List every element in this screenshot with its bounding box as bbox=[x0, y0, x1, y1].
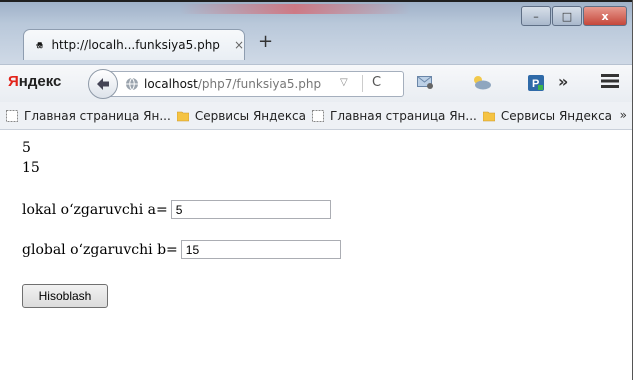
address-bar[interactable]: localhost/php7/funksiya5.php ▽ C bbox=[106, 71, 404, 97]
new-tab-button[interactable]: + bbox=[258, 33, 273, 51]
bookmarks-overflow-icon[interactable]: » bbox=[620, 108, 627, 122]
maximize-button[interactable]: □ bbox=[552, 6, 582, 26]
window-controls: – □ x bbox=[520, 6, 627, 26]
global-variable-label: global o‘zgaruvchi b= bbox=[22, 241, 178, 258]
bookmark-folder[interactable]: Сервисы Яндекса bbox=[482, 108, 613, 123]
folder-icon bbox=[482, 111, 495, 121]
titlebar-highlight bbox=[180, 4, 410, 14]
bookmark-folder[interactable]: Сервисы Яндекса bbox=[176, 108, 307, 123]
folder-icon bbox=[176, 111, 189, 121]
local-variable-input[interactable] bbox=[170, 200, 331, 219]
bookmark-item[interactable]: Главная страница Ян... bbox=[312, 109, 477, 123]
bookmarks-bar: Главная страница Ян... Сервисы Яндекса Г… bbox=[0, 102, 633, 130]
bookmark-label: Сервисы Яндекса bbox=[500, 108, 613, 123]
mail-icon[interactable] bbox=[417, 75, 434, 89]
spy-favicon-icon bbox=[36, 42, 44, 49]
brand-rest: ндекс bbox=[18, 73, 62, 90]
bookmark-label: Сервисы Яндекса bbox=[194, 108, 307, 123]
bookmark-label: Главная страница Ян... bbox=[24, 108, 171, 123]
title-bar: – □ x http://localh...funksiya5.php × + bbox=[0, 2, 633, 64]
brand-first-letter: Я bbox=[8, 73, 19, 90]
close-window-button[interactable]: x bbox=[583, 6, 627, 26]
tab-close-icon[interactable]: × bbox=[234, 38, 244, 52]
bookmark-label: Главная страница Ян... bbox=[330, 108, 477, 123]
browser-tab[interactable]: http://localh...funksiya5.php × bbox=[23, 29, 245, 60]
extension-p-icon[interactable]: P bbox=[528, 75, 544, 91]
bookmark-item[interactable]: Главная страница Ян... bbox=[6, 109, 171, 123]
weather-icon[interactable] bbox=[470, 74, 492, 90]
page-content: 5 15 lokal o‘zgaruvchi a= global o‘zgaru… bbox=[0, 130, 633, 380]
back-button[interactable] bbox=[88, 69, 118, 99]
page-icon bbox=[6, 109, 18, 122]
navigation-bar: Яндекс localhost/php7/funksiya5.php ▽ C … bbox=[0, 64, 633, 103]
minimize-button[interactable]: – bbox=[521, 6, 551, 26]
reload-icon[interactable]: C bbox=[372, 75, 381, 90]
local-variable-label: lokal o‘zgaruvchi a= bbox=[22, 201, 168, 218]
yandex-logo[interactable]: Яндекс bbox=[8, 73, 61, 90]
url-path: /php7/funksiya5.php bbox=[197, 77, 322, 91]
globe-icon bbox=[126, 77, 138, 91]
back-arrow-icon bbox=[97, 78, 109, 90]
tab-title: http://localh...funksiya5.php bbox=[51, 38, 220, 52]
local-variable-row: lokal o‘zgaruvchi a= bbox=[22, 200, 331, 219]
page-icon bbox=[312, 109, 325, 122]
global-variable-row: global o‘zgaruvchi b= bbox=[22, 240, 341, 259]
url-host: localhost bbox=[144, 77, 198, 91]
hamburger-menu-icon[interactable] bbox=[601, 74, 619, 88]
overflow-chevron-icon[interactable]: » bbox=[558, 72, 568, 91]
global-variable-input[interactable] bbox=[180, 240, 341, 259]
output-line-b: 15 bbox=[22, 160, 40, 176]
output-line-a: 5 bbox=[22, 140, 31, 156]
history-dropdown-icon[interactable]: ▽ bbox=[340, 77, 348, 88]
address-bar-divider bbox=[362, 75, 363, 92]
calculate-button[interactable]: Hisoblash bbox=[22, 284, 108, 308]
